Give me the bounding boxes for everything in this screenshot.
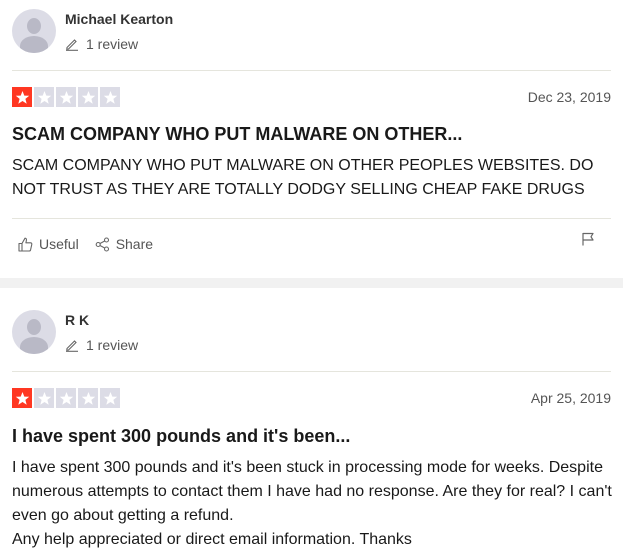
review-count-label: 1 review (86, 36, 139, 52)
star-rating (12, 388, 120, 408)
star-icon (12, 87, 32, 107)
star-icon (56, 388, 76, 408)
useful-button[interactable]: Useful (18, 236, 79, 252)
divider (12, 70, 611, 71)
review-text: I have spent 300 pounds and it's been st… (12, 459, 612, 548)
pencil-icon (66, 340, 78, 352)
review-count-label: 1 review (86, 337, 139, 353)
review-card: R K 1 review Apr 25, 2019 I have spent 3… (0, 288, 623, 556)
star-icon (56, 87, 76, 107)
share-icon (95, 236, 109, 252)
avatar[interactable] (12, 310, 56, 354)
pencil-icon (66, 39, 78, 51)
star-icon (12, 388, 32, 408)
review-text: SCAM COMPANY WHO PUT MALWARE ON OTHER PE… (12, 157, 594, 198)
review-actions: Useful Share (18, 236, 169, 252)
star-icon (100, 87, 120, 107)
avatar[interactable] (12, 9, 56, 53)
star-icon (34, 388, 54, 408)
thumbs-up-icon (18, 237, 33, 252)
consumer-name[interactable]: Michael Kearton (65, 11, 173, 27)
divider (12, 218, 611, 219)
star-icon (78, 388, 98, 408)
star-rating (12, 87, 120, 107)
consumer-info[interactable]: R K 1 review (12, 310, 138, 354)
consumer-name[interactable]: R K (65, 312, 138, 328)
review-count: 1 review (65, 337, 138, 353)
share-button[interactable]: Share (95, 236, 153, 252)
review-card: Michael Kearton 1 review Dec 23, 2019 SC… (0, 0, 623, 278)
star-icon (34, 87, 54, 107)
review-title[interactable]: SCAM COMPANY WHO PUT MALWARE ON OTHER... (12, 124, 462, 145)
review-count: 1 review (65, 36, 173, 52)
divider (12, 371, 611, 372)
review-title[interactable]: I have spent 300 pounds and it's been... (12, 426, 350, 447)
useful-label: Useful (39, 236, 79, 252)
review-separator (0, 278, 623, 288)
share-label: Share (115, 236, 154, 252)
flag-icon[interactable] (581, 232, 595, 246)
review-date: Apr 25, 2019 (530, 390, 611, 406)
consumer-info[interactable]: Michael Kearton 1 review (12, 9, 173, 53)
star-icon (100, 388, 120, 408)
star-icon (78, 87, 98, 107)
review-date: Dec 23, 2019 (527, 89, 611, 105)
